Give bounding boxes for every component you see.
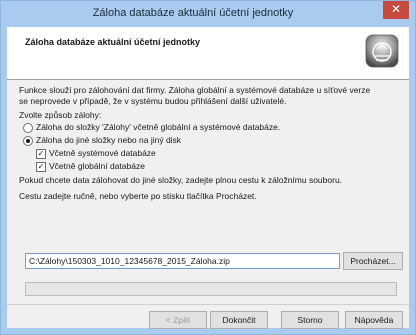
option-backup-to-zalohy-label: Záloha do složky 'Zálohy' včetně globáln… xyxy=(36,122,281,132)
check-system-db-label: Včetně systémové databáze xyxy=(49,148,156,158)
back-button[interactable]: < Zpět xyxy=(149,311,207,329)
help-button-label: Nápověda xyxy=(354,315,394,325)
intro-text-line1: Funkce slouží pro zálohování dat firmy. … xyxy=(19,85,371,95)
dialog-client-area: Záloha databáze aktuální účetní jednotky… xyxy=(7,27,409,329)
hint-manual-path: Cestu zadejte ručně, nebo vyberte po sti… xyxy=(19,191,257,201)
finish-button-label: Dokončit xyxy=(222,315,256,325)
cancel-button-label: Storno xyxy=(297,315,323,325)
backup-progress-bar xyxy=(25,282,397,296)
intro-text-line2: se neprovede v případě, že v systému bud… xyxy=(19,96,287,106)
dialog-header: Záloha databáze aktuální účetní jednotky xyxy=(7,27,409,80)
option-backup-other-folder-label: Záloha do jiné složky nebo na jiný disk xyxy=(36,135,182,145)
browse-button-label: Procházet... xyxy=(350,256,396,266)
hint-other-folder: Pokud chcete data zálohovat do jiné slož… xyxy=(19,175,343,185)
radio-backup-other-folder[interactable] xyxy=(23,136,33,146)
window-title: Záloha databáze aktuální účetní jednotky xyxy=(92,7,294,19)
radio-backup-to-zalohy[interactable] xyxy=(23,123,33,133)
close-button[interactable]: ✕ xyxy=(383,1,409,19)
checkbox-system-db[interactable]: ✓ xyxy=(36,149,46,159)
back-button-label: < Zpět xyxy=(165,315,191,325)
backup-dialog-window: Záloha databáze aktuální účetní jednotky… xyxy=(0,0,416,335)
backup-path-input[interactable] xyxy=(25,253,340,269)
finish-button[interactable]: Dokončit xyxy=(210,311,268,329)
choose-method-label: Zvolte způsob zálohy: xyxy=(19,110,102,120)
footer-divider xyxy=(7,304,409,305)
cancel-button[interactable]: Storno xyxy=(281,311,339,329)
check-global-db-label: Včetně globální databáze xyxy=(49,161,145,171)
header-title: Záloha databáze aktuální účetní jednotky xyxy=(25,37,201,47)
checkbox-global-db[interactable]: ✓ xyxy=(36,162,46,172)
browse-button[interactable]: Procházet... xyxy=(343,252,403,270)
help-button[interactable]: Nápověda xyxy=(345,311,403,329)
database-backup-icon xyxy=(365,34,399,68)
close-icon: ✕ xyxy=(390,2,402,16)
title-bar[interactable]: Záloha databáze aktuální účetní jednotky… xyxy=(1,1,415,27)
